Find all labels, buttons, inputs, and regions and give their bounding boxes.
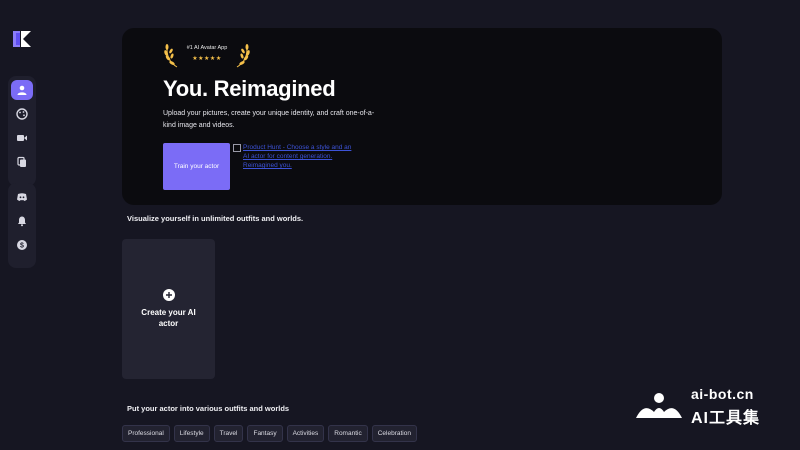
brand-logo-icon[interactable] xyxy=(11,28,33,50)
tag-romantic[interactable]: Romantic xyxy=(328,425,368,442)
rating-stars: ★★★★★ xyxy=(192,56,222,62)
section-heading-outfits: Put your actor into various outfits and … xyxy=(127,404,290,413)
badge-text: #1 AI Avatar App xyxy=(186,45,228,51)
laurel-right-icon xyxy=(236,44,250,68)
sidebar-item-styles[interactable] xyxy=(11,104,33,124)
broken-image-icon xyxy=(233,144,241,152)
hero-banner: #1 AI Avatar App ★★★★★ You. Reimagined U… xyxy=(122,28,722,205)
bell-icon xyxy=(18,216,26,227)
plus-icon xyxy=(162,289,175,301)
section-heading-visualize: Visualize yourself in unlimited outfits … xyxy=(127,214,304,223)
sidebar-item-gallery[interactable] xyxy=(11,152,33,172)
sidebar-primary-group xyxy=(8,76,36,186)
award-badge: #1 AI Avatar App ★★★★★ xyxy=(163,41,251,69)
category-tags: Professional Lifestyle Travel Fantasy Ac… xyxy=(122,425,417,442)
create-actor-card[interactable]: Create your AI actor xyxy=(122,239,215,379)
watermark-logo-icon xyxy=(636,393,682,418)
laurel-left-icon xyxy=(164,44,178,68)
create-actor-label: Create your AI actor xyxy=(141,308,196,328)
watermark-domain: ai-bot.cn xyxy=(691,386,754,402)
hero-title: You. Reimagined xyxy=(163,76,336,101)
copy-icon xyxy=(17,156,26,167)
sidebar-secondary-group: $ xyxy=(8,183,36,268)
sidebar-item-notifications[interactable] xyxy=(11,211,33,231)
broken-image-alt-text: Product Hunt - Choose a style and an AI … xyxy=(243,144,352,169)
sidebar-item-billing[interactable]: $ xyxy=(11,235,33,255)
tag-celebration[interactable]: Celebration xyxy=(371,425,417,442)
tag-lifestyle[interactable]: Lifestyle xyxy=(173,425,210,442)
sidebar-item-actors[interactable] xyxy=(11,80,33,100)
discord-icon xyxy=(17,193,27,201)
dollar-icon: $ xyxy=(17,240,27,250)
product-hunt-badge-link[interactable]: Product Hunt - Choose a style and an AI … xyxy=(233,143,353,191)
watermark: ai-bot.cn AI工具集 xyxy=(634,386,784,427)
tag-fantasy[interactable]: Fantasy xyxy=(247,425,283,442)
sidebar-item-videos[interactable] xyxy=(11,128,33,148)
app-page: $ #1 AI Avatar App ★★★★★ You. Reimagined… xyxy=(0,0,800,450)
train-actor-button[interactable]: Train your actor xyxy=(163,143,230,190)
tag-activities[interactable]: Activities xyxy=(286,425,325,442)
tag-travel[interactable]: Travel xyxy=(213,425,244,442)
tag-professional[interactable]: Professional xyxy=(122,425,170,442)
hero-subtitle: Upload your pictures, create your unique… xyxy=(163,110,375,129)
sidebar-item-discord[interactable] xyxy=(11,187,33,207)
palette-icon xyxy=(16,108,28,120)
svg-text:$: $ xyxy=(20,242,24,249)
watermark-brand: AI工具集 xyxy=(691,410,761,427)
user-icon xyxy=(17,85,27,95)
video-camera-icon xyxy=(17,135,27,141)
